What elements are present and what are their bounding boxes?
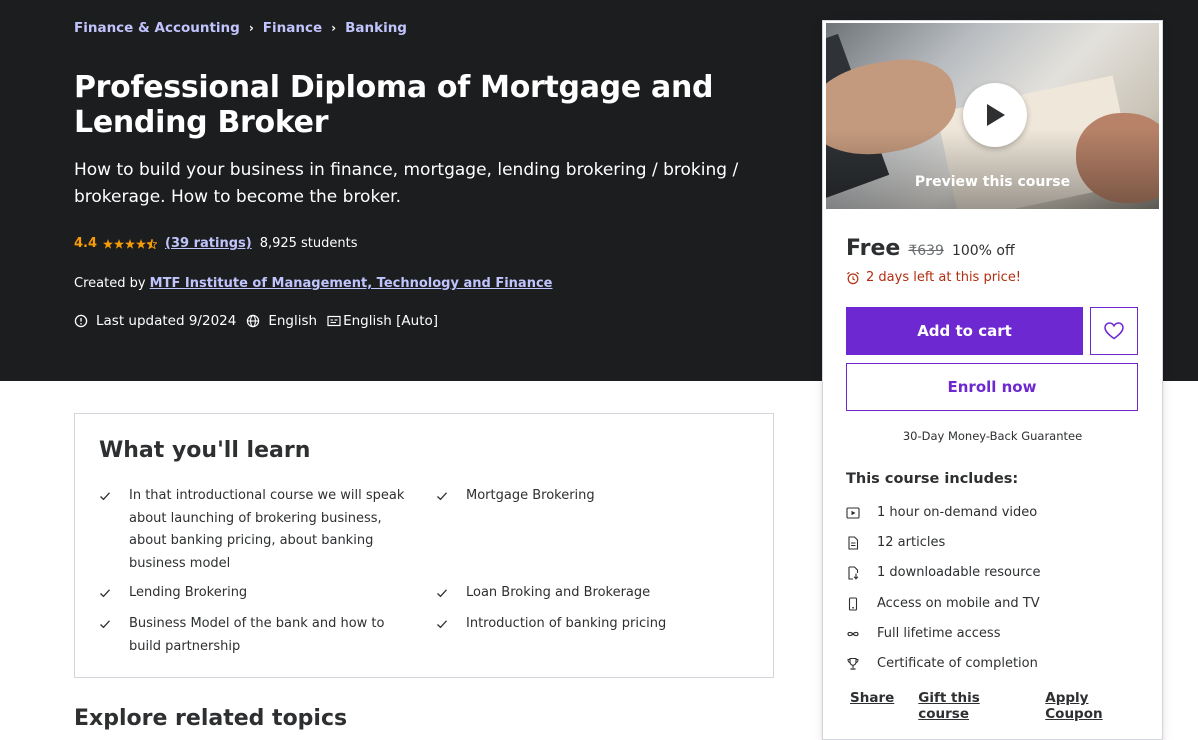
include-item-label: 1 hour on-demand video <box>877 505 1038 520</box>
learn-item: Loan Broking and Brokerage <box>436 582 746 605</box>
check-icon <box>437 492 447 501</box>
breadcrumb-finance[interactable]: Finance <box>263 20 322 36</box>
rating-row: 4.4 (39 ratings) 8,925 students <box>74 236 358 251</box>
include-item-label: 12 articles <box>877 535 946 550</box>
purchase-sidebar: Preview this course Free ₹639 100% off 2… <box>822 20 1163 740</box>
alert-badge-icon <box>74 314 88 328</box>
share-link[interactable]: Share <box>850 690 894 722</box>
check-icon <box>437 620 447 629</box>
rating-value: 4.4 <box>74 236 98 251</box>
video-icon <box>846 506 860 519</box>
star-icon <box>114 238 125 249</box>
heart-icon <box>1104 322 1124 340</box>
captions: English [Auto] <box>327 313 438 329</box>
course-preview-video[interactable]: Preview this course <box>826 23 1159 209</box>
includes-title: This course includes: <box>846 471 1019 487</box>
play-button[interactable] <box>963 83 1027 147</box>
learn-item-text: Introduction of banking pricing <box>466 616 667 631</box>
price-row: Free ₹639 100% off <box>846 236 1015 261</box>
include-item-video: 1 hour on-demand video <box>846 505 1037 520</box>
include-item-label: Access on mobile and TV <box>877 596 1040 611</box>
breadcrumb-finance-accounting[interactable]: Finance & Accounting <box>74 20 240 36</box>
infinity-icon <box>847 631 859 636</box>
current-price: Free <box>846 236 901 261</box>
learn-item: Business Model of the bank and how to bu… <box>99 613 409 658</box>
breadcrumb: Finance & Accounting › Finance › Banking <box>74 20 407 36</box>
price-countdown: 2 days left at this price! <box>846 270 1021 285</box>
learn-title: What you'll learn <box>99 438 311 463</box>
discount-percent: 100% off <box>951 243 1015 259</box>
explore-related-topics-title: Explore related topics <box>74 706 348 731</box>
add-to-cart-button[interactable]: Add to cart <box>846 307 1083 355</box>
include-item-articles: 12 articles <box>846 535 945 550</box>
trophy-icon <box>847 657 859 670</box>
half-star-icon <box>147 238 158 249</box>
include-item-certificate: Certificate of completion <box>846 656 1038 671</box>
instructor-link[interactable]: MTF Institute of Management, Technology … <box>150 276 553 291</box>
ratings-count-link[interactable]: (39 ratings) <box>165 236 252 251</box>
alarm-clock-icon <box>847 271 859 284</box>
language: English <box>246 313 317 329</box>
include-item-download: 1 downloadable resource <box>846 565 1040 580</box>
preview-label: Preview this course <box>914 174 1071 190</box>
learn-item-text: Loan Broking and Brokerage <box>466 585 651 600</box>
learn-item: Lending Brokering <box>99 582 409 605</box>
created-by: Created by MTF Institute of Management, … <box>74 276 552 291</box>
include-item-label: 1 downloadable resource <box>877 565 1041 580</box>
chevron-right-icon: › <box>331 21 337 35</box>
what-youll-learn: What you'll learn In that introductional… <box>74 413 774 678</box>
captions-text: English [Auto] <box>343 313 439 329</box>
wishlist-button[interactable] <box>1090 307 1138 355</box>
original-price: ₹639 <box>908 243 944 259</box>
play-icon <box>987 104 1005 126</box>
include-item-label: Full lifetime access <box>877 626 1001 641</box>
include-item-label: Certificate of completion <box>877 656 1038 671</box>
last-updated: Last updated 9/2024 <box>74 313 236 329</box>
learn-item-text: Lending Brokering <box>129 585 248 600</box>
course-subtitle: How to build your business in finance, m… <box>74 160 739 207</box>
star-icon <box>136 238 147 249</box>
include-item-lifetime: Full lifetime access <box>846 626 1000 641</box>
download-icon <box>848 565 859 580</box>
breadcrumb-banking[interactable]: Banking <box>345 20 407 36</box>
countdown-text: 2 days left at this price! <box>866 270 1022 285</box>
article-icon <box>848 535 859 550</box>
course-meta: Last updated 9/2024 English English [Aut… <box>74 313 448 329</box>
check-icon <box>100 589 110 598</box>
students-count: 8,925 students <box>259 236 358 251</box>
closed-captions-icon <box>327 315 341 327</box>
learn-item: In that introductional course we will sp… <box>99 485 409 575</box>
learn-item: Mortgage Brokering <box>436 485 746 508</box>
created-by-label: Created by <box>74 276 146 291</box>
star-icon <box>125 238 136 249</box>
check-icon <box>100 620 110 629</box>
learn-item: Introduction of banking pricing <box>436 613 746 636</box>
money-back-guarantee: 30-Day Money-Back Guarantee <box>902 429 1083 443</box>
language-text: English <box>268 313 318 329</box>
globe-icon <box>247 314 260 328</box>
sidebar-actions: Share Gift this course Apply Coupon <box>850 690 1162 722</box>
enroll-now-button[interactable]: Enroll now <box>846 363 1138 411</box>
chevron-right-icon: › <box>248 21 254 35</box>
apply-coupon-link[interactable]: Apply Coupon <box>1045 690 1138 722</box>
gift-course-link[interactable]: Gift this course <box>918 690 1021 722</box>
check-icon <box>100 492 110 501</box>
learn-item-text: In that introductional course we will sp… <box>129 488 405 571</box>
check-icon <box>437 589 447 598</box>
learn-item-text: Business Model of the bank and how to bu… <box>129 616 385 654</box>
last-updated-text: Last updated 9/2024 <box>96 313 237 329</box>
star-icon <box>103 238 114 249</box>
include-item-mobile: Access on mobile and TV <box>846 596 1040 611</box>
course-title: Professional Diploma of Mortgage and Len… <box>74 70 714 140</box>
rating-stars <box>103 238 158 249</box>
learn-item-text: Mortgage Brokering <box>466 488 595 503</box>
mobile-icon <box>848 596 858 611</box>
